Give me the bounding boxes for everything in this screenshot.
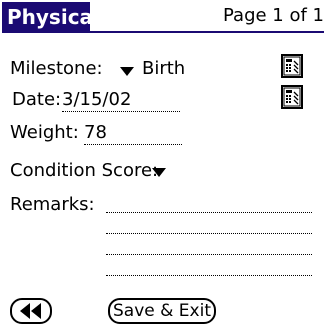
title-divider bbox=[2, 31, 324, 33]
keypad-lookup-icon bbox=[283, 56, 301, 76]
date-picker-button[interactable] bbox=[281, 85, 303, 109]
milestone-value: Birth bbox=[142, 58, 186, 79]
weight-value: 78 bbox=[84, 122, 107, 143]
form-title: Physical bbox=[2, 2, 100, 32]
save-exit-button[interactable]: Save & Exit bbox=[108, 298, 216, 324]
condition-score-dropdown[interactable] bbox=[150, 162, 174, 182]
keypad-lookup-icon bbox=[283, 87, 301, 107]
milestone-dropdown[interactable]: Birth bbox=[120, 58, 210, 84]
condition-score-label: Condition Score: bbox=[10, 160, 159, 181]
milestone-label: Milestone: bbox=[10, 58, 103, 79]
dropdown-triangle-icon bbox=[120, 67, 134, 76]
rewind-icon bbox=[20, 303, 41, 319]
remarks-line bbox=[106, 233, 312, 234]
date-underline bbox=[62, 111, 180, 112]
dropdown-triangle-icon bbox=[152, 168, 166, 177]
remarks-field[interactable] bbox=[106, 196, 314, 282]
date-value: 3/15/02 bbox=[62, 89, 132, 110]
weight-field[interactable]: 78 bbox=[84, 122, 184, 146]
weight-label: Weight: bbox=[10, 122, 79, 143]
page-indicator: Page 1 of 1 bbox=[223, 5, 324, 26]
milestone-lookup-button[interactable] bbox=[281, 54, 303, 78]
weight-underline bbox=[84, 144, 182, 145]
date-field[interactable]: 3/15/02 bbox=[62, 89, 182, 113]
remarks-line bbox=[106, 275, 312, 276]
remarks-line bbox=[106, 254, 312, 255]
previous-button[interactable] bbox=[10, 298, 52, 324]
date-label: Date: bbox=[12, 89, 62, 110]
remarks-line bbox=[106, 212, 312, 213]
remarks-label: Remarks: bbox=[10, 194, 95, 215]
